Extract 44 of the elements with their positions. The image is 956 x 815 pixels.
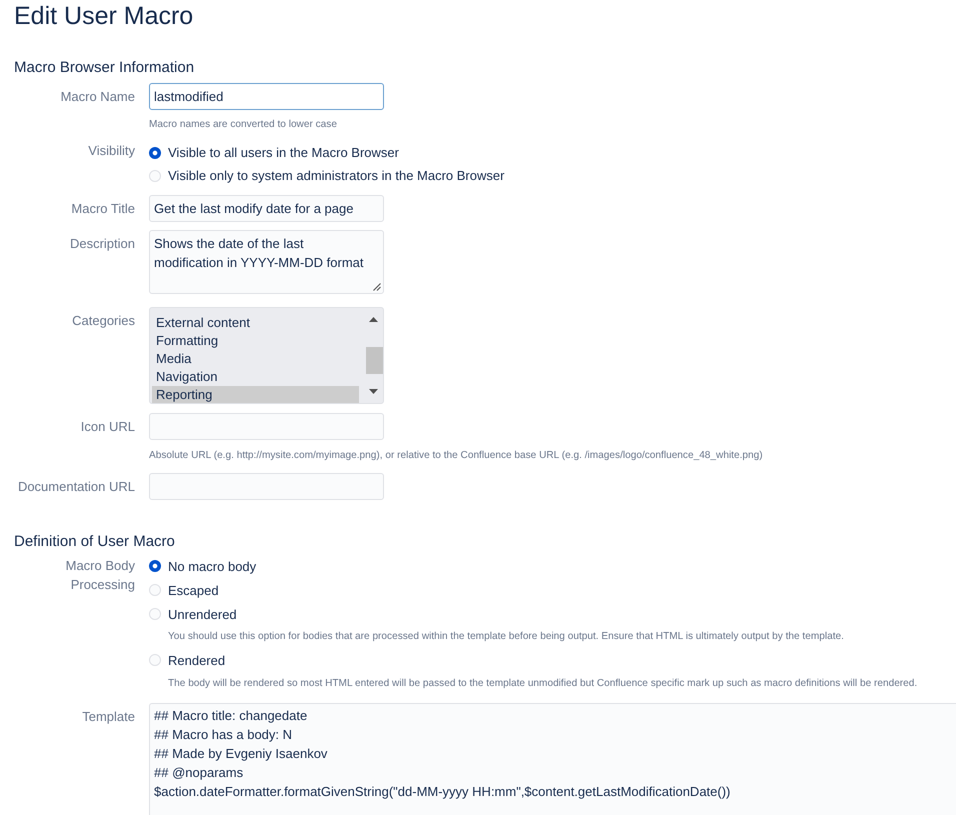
- help-text: Macro names are converted to lower case: [149, 118, 337, 132]
- field-label: Visibility: [88, 142, 135, 160]
- description-field[interactable]: Shows the date of the last modification in YYYY-MM-DD format: [149, 230, 384, 294]
- radio-label: Visible to all users in the Macro Browser: [168, 144, 399, 162]
- categories-list[interactable]: External content Formatting Media Navigation Reporting: [149, 307, 384, 404]
- section-heading: Macro Browser Information: [14, 58, 194, 78]
- field-label: Macro Title: [71, 200, 135, 218]
- section-heading: Definition of User Macro: [14, 532, 175, 552]
- scroll-down-arrow-icon[interactable]: [369, 389, 378, 394]
- radio-button[interactable]: [149, 560, 161, 572]
- radio-button[interactable]: [149, 170, 161, 182]
- field-label: Categories: [72, 312, 135, 330]
- radio-button[interactable]: [149, 608, 161, 620]
- help-text: The body will be rendered so most HTML entered will be passed to the template unmodified but Confluence specific mark up such as macro definitions will be rendered.: [168, 677, 918, 691]
- list-option[interactable]: Formatting: [152, 332, 359, 350]
- radio-button[interactable]: [149, 146, 161, 158]
- field-label: Description: [70, 235, 135, 253]
- list-option[interactable]: External content: [152, 314, 359, 332]
- field-label: Template: [82, 708, 135, 726]
- list-option[interactable]: Reporting: [152, 386, 359, 403]
- radio-label: Visible only to system administrators in the Macro Browser: [168, 167, 504, 185]
- macro-name-field[interactable]: lastmodified: [149, 83, 384, 110]
- help-text: You should use this option for bodies that are processed within the template before being output. Ensure that HTML is ultimately output by the template.: [168, 630, 844, 644]
- list-option[interactable]: Media: [152, 350, 359, 368]
- radio-button[interactable]: [149, 584, 161, 596]
- scrollbar-thumb[interactable]: [366, 347, 383, 374]
- field-label: Macro Body Processing: [64, 557, 135, 594]
- help-text: Absolute URL (e.g. http://mysite.com/myimage.png), or relative to the Confluence base URL (e.g. /images/logo/confluence_48_white.png): [149, 449, 763, 463]
- radio-label: Escaped: [168, 582, 219, 600]
- scroll-up-arrow-icon[interactable]: [369, 317, 378, 322]
- radio-label: No macro body: [168, 558, 256, 576]
- macro-title-field[interactable]: Get the last modify date for a page: [149, 195, 384, 222]
- page-title: Edit User Macro: [14, 1, 194, 32]
- icon-url-field[interactable]: [149, 413, 384, 440]
- radio-button[interactable]: [149, 654, 161, 666]
- radio-label: Rendered: [168, 652, 226, 670]
- template-field[interactable]: ## Macro title: changedate ## Macro has a body: N ## Made by Evgeniy Isaenkov ## @noparams $action.dateFormatter.formatGivenString("dd-MM-yyyy HH:mm",$content.getLastModificationDate()): [149, 703, 956, 815]
- resize-handle-icon[interactable]: [373, 283, 381, 291]
- radio-label: Unrendered: [168, 606, 237, 624]
- field-label: Icon URL: [80, 418, 135, 436]
- documentation-url-field[interactable]: [149, 473, 384, 500]
- field-label: Macro Name: [60, 88, 135, 106]
- list-option[interactable]: Navigation: [152, 368, 359, 386]
- field-label: Documentation URL: [18, 478, 135, 496]
